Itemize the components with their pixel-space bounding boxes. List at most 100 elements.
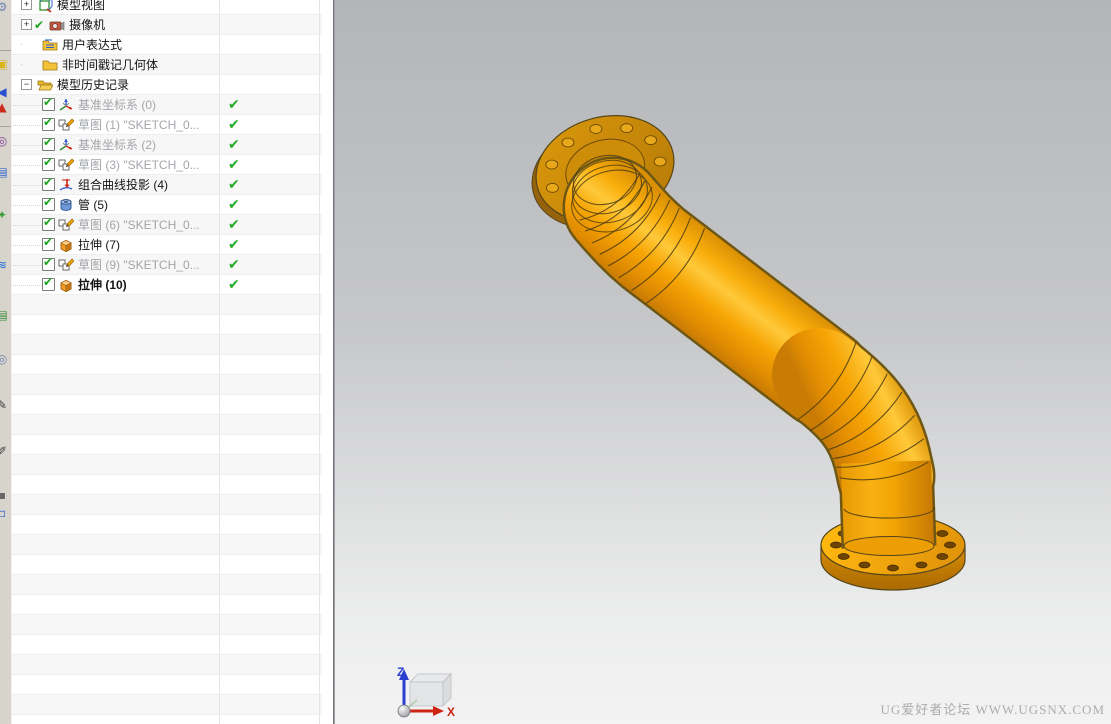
tree-item-feature[interactable]: ✔ 草图 (9) "SKETCH_0... ✔ <box>11 255 322 275</box>
tree-row-status-cell <box>220 675 320 694</box>
document-icon[interactable]: ▤ <box>0 308 9 322</box>
tree-connector <box>11 144 42 146</box>
tree-item-feature[interactable]: ✔ 拉伸 (7) ✔ <box>11 235 322 255</box>
dot-icon[interactable]: ▪ <box>0 488 9 502</box>
tree-row-status-cell <box>220 515 320 534</box>
tree-row-status-cell: ✔ <box>220 135 320 154</box>
tree-row-status-cell <box>220 595 320 614</box>
tree-item-feature[interactable]: ✔ 基准坐标系 (2) ✔ <box>11 135 322 155</box>
projected-curve-icon <box>58 177 74 193</box>
tree-row-status-cell <box>220 635 320 654</box>
tree-item-feature[interactable]: ✔ 组合曲线投影 (4) ✔ <box>11 175 322 195</box>
tree-row-status-cell <box>220 55 320 74</box>
tree-item-feature[interactable]: ✔ 草图 (6) "SKETCH_0... ✔ <box>11 215 322 235</box>
panel-gutter <box>322 0 333 724</box>
tree-item-expressions-folder[interactable]: 用户表达式 <box>11 35 322 55</box>
tree-row-name-cell <box>11 375 220 394</box>
tree-row-status-cell <box>220 355 320 374</box>
tree-row-name-cell <box>11 615 220 634</box>
tree-item-camera[interactable]: + ✔ 摄像机 <box>11 15 322 35</box>
tree-empty-row <box>11 695 322 715</box>
feature-checkbox[interactable]: ✔ <box>42 155 55 171</box>
tree-row-status-cell <box>220 535 320 554</box>
triad-origin-sphere <box>397 704 411 718</box>
target-icon[interactable]: ◎ <box>0 134 9 148</box>
pen2-icon[interactable]: ✐ <box>0 444 9 458</box>
book-icon[interactable]: ▤ <box>0 165 9 179</box>
plant-icon[interactable]: ✦ <box>0 208 9 222</box>
status-check-icon: ✔ <box>228 156 240 173</box>
tree-row-status-cell <box>220 655 320 674</box>
triad-z-label: Z <box>397 665 404 679</box>
feature-checkbox[interactable]: ✔ <box>42 195 55 211</box>
feature-checkbox[interactable]: ✔ <box>42 215 55 231</box>
feature-checkbox[interactable]: ✔ <box>42 95 55 111</box>
tree-row-status-cell <box>220 695 320 714</box>
tree-row-name-cell: ✔ 草图 (9) "SKETCH_0... <box>11 255 220 274</box>
wifi-icon[interactable]: ≋ <box>0 258 9 272</box>
expand-toggle[interactable]: + <box>21 0 32 10</box>
tree-item-feature[interactable]: ✔ 草图 (1) "SKETCH_0... ✔ <box>11 115 322 135</box>
tree-item-feature[interactable]: ✔ 草图 (3) "SKETCH_0... ✔ <box>11 155 322 175</box>
tree-row-name-cell <box>11 295 220 314</box>
status-check-icon: ✔ <box>228 256 240 273</box>
tree-connector <box>11 224 42 226</box>
status-check-icon: ✔ <box>228 116 240 133</box>
tree-empty-row <box>11 715 322 724</box>
triangle-blue-icon[interactable]: ◀ <box>0 85 9 99</box>
graphics-viewport[interactable]: ZX UG爱好者论坛 WWW.UGSNX.COM <box>333 0 1111 724</box>
tree-item-open-folder[interactable]: − 模型历史记录 <box>11 75 322 95</box>
feature-checkbox[interactable]: ✔ <box>42 135 55 151</box>
tree-empty-row <box>11 575 322 595</box>
tree-empty-row <box>11 375 322 395</box>
part-navigator-panel[interactable]: + 模型视图 + ✔ 摄像机 用户表达式非时间戳记几何体 − 模型历史记录 ✔ 基准坐标系 (0)… <box>11 0 322 724</box>
tree-item-feature[interactable]: ✔ 拉伸 (10) ✔ <box>11 275 322 295</box>
status-check-icon: ✔ <box>228 236 240 253</box>
gear-icon[interactable]: ⚙ <box>0 0 9 14</box>
resource-bar[interactable]: ⚙ ▣ ◀▲ ◎ ▤ ✦ ≋ ▤ ◎ ✎ ✐ ▪ ▫ <box>0 0 12 724</box>
tree-item-folder[interactable]: 非时间戳记几何体 <box>11 55 322 75</box>
pen-icon[interactable]: ✎ <box>0 398 9 412</box>
tree-item-label: 非时间戳记几何体 <box>62 58 159 72</box>
feature-label: 基准坐标系 (2) <box>78 138 157 152</box>
tree-row-name-cell <box>11 555 220 574</box>
feature-label: 拉伸 (10) <box>78 278 127 292</box>
triangle-red-icon[interactable]: ▲ <box>0 100 9 114</box>
tree-row-name-cell <box>11 675 220 694</box>
tree-row-name-cell: ✔ 草图 (1) "SKETCH_0... <box>11 115 220 134</box>
expand-toggle[interactable]: − <box>21 79 32 90</box>
grid-icon[interactable]: ▫ <box>0 506 9 520</box>
tree-row-name-cell <box>11 435 220 454</box>
tree-empty-row <box>11 495 322 515</box>
tree-row-name-cell <box>11 635 220 654</box>
box-icon[interactable]: ▣ <box>0 57 9 71</box>
feature-label: 草图 (3) "SKETCH_0... <box>78 158 200 172</box>
expand-toggle[interactable]: + <box>21 19 32 30</box>
feature-checkbox[interactable]: ✔ <box>42 115 55 131</box>
tree-row-status-cell <box>220 555 320 574</box>
tree-row-name-cell <box>11 695 220 714</box>
tree-row-status-cell <box>220 375 320 394</box>
tree-row-name-cell: ✔ 组合曲线投影 (4) <box>11 175 220 194</box>
tree-item-feature[interactable]: ✔ 管 (5) ✔ <box>11 195 322 215</box>
tree-row-status-cell: ✔ <box>220 195 320 214</box>
tree-empty-row <box>11 535 322 555</box>
orientation-triad: ZX <box>397 665 455 719</box>
tree-item-feature[interactable]: ✔ 基准坐标系 (0) ✔ <box>11 95 322 115</box>
tree-connector <box>11 104 42 106</box>
status-check-icon: ✔ <box>228 136 240 153</box>
tree-row-status-cell: ✔ <box>220 115 320 134</box>
status-check-icon: ✔ <box>228 176 240 193</box>
tree-empty-row <box>11 455 322 475</box>
tree-empty-row <box>11 595 322 615</box>
tree-item-model-views[interactable]: + 模型视图 <box>11 0 322 15</box>
model-views-icon <box>37 0 53 13</box>
feature-checkbox[interactable]: ✔ <box>42 235 55 251</box>
feature-checkbox[interactable]: ✔ <box>42 275 55 291</box>
tree-empty-row <box>11 335 322 355</box>
feature-checkbox[interactable]: ✔ <box>42 175 55 191</box>
pipe-model[interactable] <box>520 101 966 591</box>
clock-icon[interactable]: ◎ <box>0 352 9 366</box>
feature-checkbox[interactable]: ✔ <box>42 255 55 271</box>
tree-item-label: 模型视图 <box>57 0 106 12</box>
